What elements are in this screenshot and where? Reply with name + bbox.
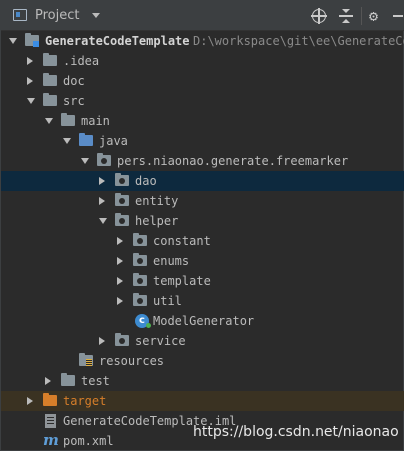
expand-arrow-icon[interactable] [9,38,17,44]
view-dropdown-icon[interactable] [92,13,100,18]
expand-arrow-icon[interactable] [27,77,33,85]
expand-arrow-icon[interactable] [45,118,53,124]
expand-arrow-icon[interactable] [63,138,71,144]
tree-node-label: .idea [63,54,100,68]
package-icon [115,173,129,186]
watermark: https://blog.csdn.net/niaonao [193,424,399,440]
expand-arrow-icon[interactable] [99,218,107,224]
iml-file-icon [45,414,56,428]
expand-arrow-icon[interactable] [27,98,35,104]
tree-node-label: pom.xml [63,434,114,448]
tree-node-resources[interactable]: resources [1,351,404,371]
package-icon [133,253,147,266]
folder-icon [61,373,75,386]
tree-node-helper[interactable]: helper [1,211,404,231]
tree-node-target[interactable]: target [1,391,404,411]
expand-arrow-icon[interactable] [117,237,123,245]
locate-icon[interactable] [311,8,327,24]
maven-icon: m [43,431,59,449]
folder-icon [61,113,75,126]
package-icon [133,273,147,286]
collapse-all-icon[interactable] [338,8,354,24]
tree-node-test[interactable]: test [1,371,404,391]
toolbar-separator [361,7,362,25]
folder-icon [43,73,57,86]
tree-node-label: entity [135,194,179,208]
excluded-folder-icon [43,393,57,406]
tool-window-header: Project ⚙ [1,1,404,31]
expand-arrow-icon[interactable] [117,277,123,285]
project-folder-icon [25,33,39,47]
project-tree: GenerateCodeTemplate D:\workspace\git\ee… [1,31,404,451]
package-icon [133,293,147,306]
expand-arrow-icon[interactable] [117,297,123,305]
tree-node-label: main [81,114,110,128]
tree-node-label: helper [135,214,179,228]
expand-arrow-icon[interactable] [99,177,105,185]
tool-window-title[interactable]: Project [35,8,79,23]
package-icon [97,153,111,166]
package-icon [133,233,147,246]
tree-node-label: constant [153,234,211,248]
expand-arrow-icon[interactable] [27,397,33,405]
tree-node-label: doc [63,74,85,88]
expand-arrow-icon[interactable] [99,337,105,345]
tree-node-model-generator[interactable]: c ModelGenerator [1,311,404,331]
gear-icon[interactable]: ⚙ [369,8,385,24]
tree-node-label: java [99,134,128,148]
tree-node-main[interactable]: main [1,111,404,131]
project-icon [13,9,27,21]
tree-node-root[interactable]: GenerateCodeTemplate D:\workspace\git\ee… [1,31,404,51]
folder-icon [43,93,57,106]
tree-node-constant[interactable]: constant [1,231,404,251]
tree-node-label: resources [99,354,165,368]
tree-node-label: dao [135,174,157,188]
minimize-icon[interactable] [393,15,403,17]
tree-node-enums[interactable]: enums [1,251,404,271]
tree-node-label: test [81,374,110,388]
project-path: D:\workspace\git\ee\GenerateCodeT [193,34,404,48]
tree-node-package[interactable]: pers.niaonao.generate.freemarker [1,151,404,171]
tree-node-label: template [153,274,211,288]
tree-node-label: pers.niaonao.generate.freemarker [117,154,349,168]
tree-node-idea[interactable]: .idea [1,51,404,71]
tree-node-service[interactable]: service [1,331,404,351]
expand-arrow-icon[interactable] [117,257,123,265]
tree-node-entity[interactable]: entity [1,191,404,211]
expand-arrow-icon[interactable] [27,57,33,65]
tree-node-util[interactable]: util [1,291,404,311]
tree-node-label: util [153,294,182,308]
tree-node-label: target [63,394,107,408]
resources-folder-icon [79,353,93,366]
package-icon [115,193,129,206]
package-icon [115,213,129,226]
tree-node-label: enums [153,254,190,268]
tree-node-doc[interactable]: doc [1,71,404,91]
expand-arrow-icon[interactable] [81,158,89,164]
expand-arrow-icon[interactable] [45,377,51,385]
tree-node-src[interactable]: src [1,91,404,111]
tree-node-java[interactable]: java [1,131,404,151]
package-icon [115,333,129,346]
tree-node-label: ModelGenerator [153,314,255,328]
source-folder-icon [79,133,93,146]
tree-node-template[interactable]: template [1,271,404,291]
project-tool-window: Project ⚙ GenerateCodeTemplate D:\worksp… [0,0,404,451]
tree-node-label: src [63,94,85,108]
expand-arrow-icon[interactable] [99,197,105,205]
tree-node-label: service [135,334,186,348]
java-class-icon: c [135,314,151,328]
tree-node-dao[interactable]: dao [1,171,404,191]
folder-icon [43,53,57,66]
tree-node-label: GenerateCodeTemplate [45,34,190,48]
